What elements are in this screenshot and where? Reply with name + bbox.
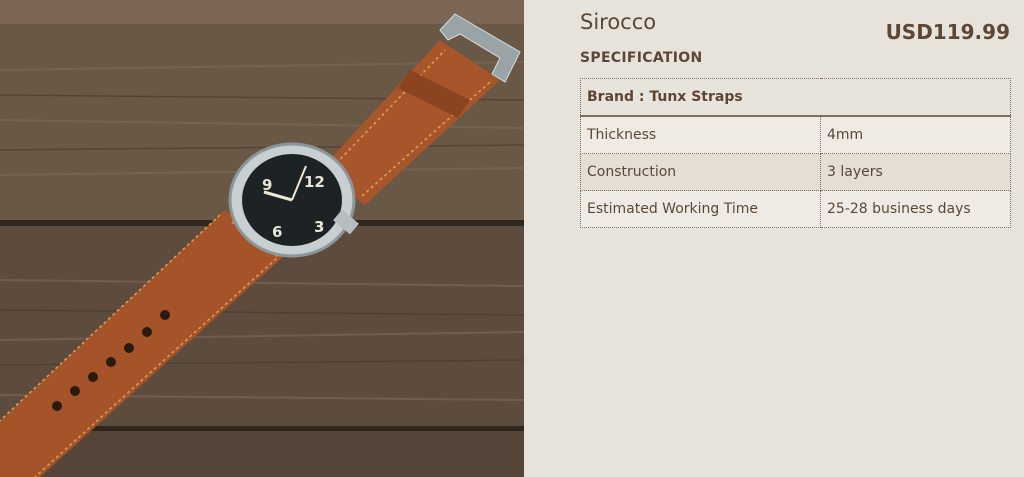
spec-value: 4mm [820,115,1011,154]
spec-brand-row: Brand : Tunx Straps [580,78,1011,117]
product-details-panel: Sirocco USD119.99 SPECIFICATION Brand : … [524,0,1024,477]
product-price: USD119.99 [885,20,1010,44]
spec-label: Estimated Working Time [580,190,821,228]
specification-table: Brand : Tunx Straps Thickness 4mm Constr… [580,78,1011,228]
table-row: Estimated Working Time 25-28 business da… [580,190,1011,228]
spec-value: 3 layers [820,153,1011,191]
product-title: Sirocco [580,10,657,34]
dial-numeral-6: 6 [272,223,282,241]
dial-numeral-12: 12 [304,173,325,191]
dial-numeral-3: 3 [314,218,324,236]
dial-numeral-9: 9 [262,176,272,194]
table-row: Construction 3 layers [580,153,1011,191]
spec-value: 25-28 business days [820,190,1011,228]
table-row: Thickness 4mm [580,115,1011,154]
product-photo[interactable]: 12 3 6 9 [0,0,524,477]
watch-strap-image: 12 3 6 9 [0,0,524,477]
brand-cell: Brand : Tunx Straps [580,78,1011,117]
spec-label: Thickness [580,115,821,154]
specification-heading: SPECIFICATION [580,50,703,66]
spec-label: Construction [580,153,821,191]
